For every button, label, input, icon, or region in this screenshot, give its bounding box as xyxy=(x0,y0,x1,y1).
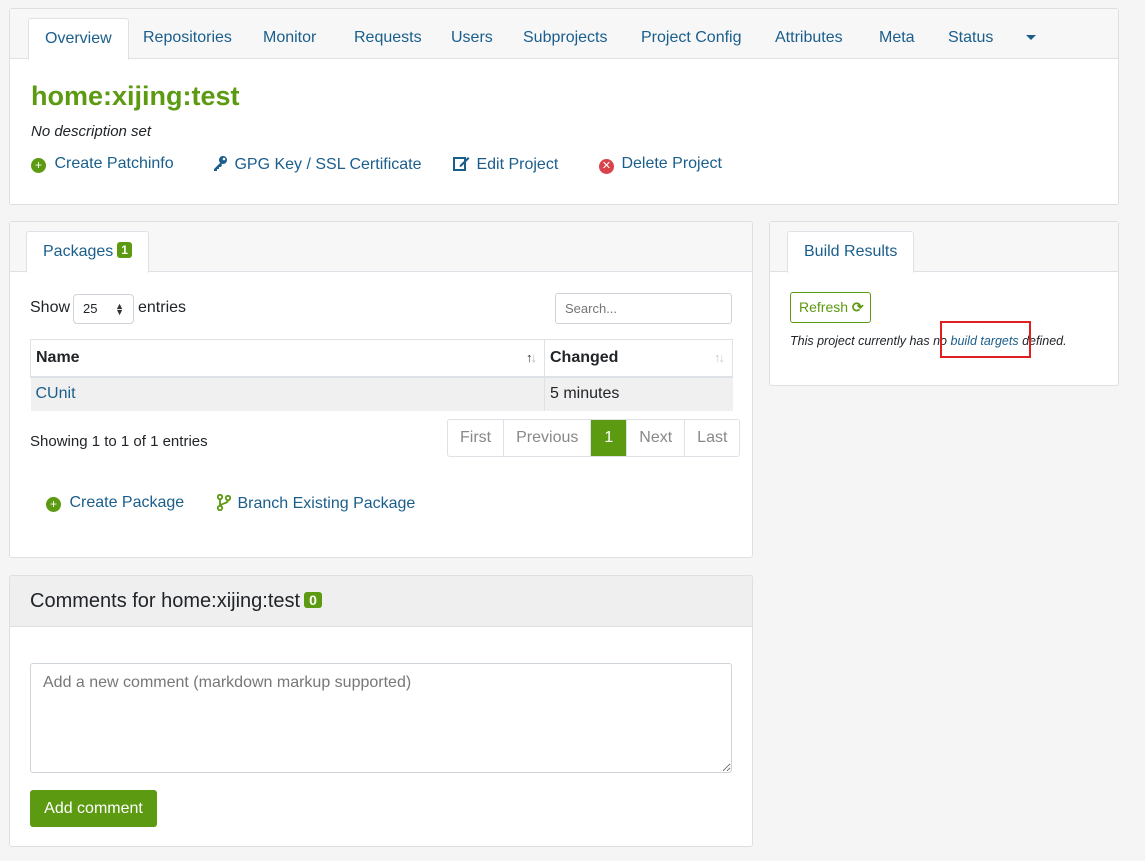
tab-repositories[interactable]: Repositories xyxy=(127,18,248,60)
pager-previous[interactable]: Previous xyxy=(503,420,590,456)
table-info: Showing 1 to 1 of 1 entries xyxy=(30,433,208,450)
plus-circle-icon: + xyxy=(31,158,46,173)
plus-circle-icon: + xyxy=(46,497,61,512)
gpg-key-link[interactable]: GPG Key / SSL Certificate xyxy=(212,155,421,174)
entries-label: entries xyxy=(138,299,187,316)
packages-table: Name ↑↓ Changed ↑↓ CUnit 5 minutes xyxy=(30,339,733,411)
pager-next[interactable]: Next xyxy=(626,420,684,456)
project-description: No description set xyxy=(31,123,152,140)
edit-project-link[interactable]: Edit Project xyxy=(453,155,558,174)
pager-current[interactable]: 1 xyxy=(590,420,627,456)
highlight-box xyxy=(940,321,1031,358)
comment-textarea[interactable] xyxy=(30,663,732,773)
refresh-icon: ⟳ xyxy=(851,299,864,315)
select-arrows-icon: ▲ ▼ xyxy=(115,301,124,317)
column-header-changed[interactable]: Changed ↑↓ xyxy=(544,339,733,378)
tab-build-results[interactable]: Build Results xyxy=(787,231,915,273)
build-results-card: Build Results Refresh ⟳ This project cur… xyxy=(769,221,1119,386)
branch-package-link[interactable]: Branch Existing Package xyxy=(216,493,415,513)
key-icon xyxy=(214,156,227,171)
sort-icon: ↑↓ xyxy=(714,350,725,365)
add-comment-button[interactable]: Add comment xyxy=(30,790,157,827)
delete-project-link[interactable]: ✕ Delete Project xyxy=(599,155,722,174)
build-results-tabbar: Build Results xyxy=(770,222,1118,273)
comments-header: Comments for home:xijing:test 0 xyxy=(10,576,752,627)
package-changed: 5 minutes xyxy=(544,376,733,411)
table-row: CUnit 5 minutes xyxy=(30,376,733,411)
tab-packages[interactable]: Packages 1 xyxy=(26,231,149,273)
comments-count-badge: 0 xyxy=(304,592,322,608)
packages-tabbar: Packages 1 xyxy=(10,222,752,273)
tab-monitor[interactable]: Monitor xyxy=(247,18,332,60)
tab-meta[interactable]: Meta xyxy=(863,18,931,60)
branch-icon xyxy=(216,493,232,512)
delete-circle-icon: ✕ xyxy=(599,159,614,174)
entries-per-page-select[interactable]: 25 ▲ ▼ xyxy=(73,294,134,324)
edit-icon xyxy=(453,157,470,171)
tab-project-config[interactable]: Project Config xyxy=(625,18,758,60)
sort-icon: ↑↓ xyxy=(526,350,537,365)
tab-overview[interactable]: Overview xyxy=(28,18,129,60)
create-patchinfo-link[interactable]: + Create Patchinfo xyxy=(31,155,174,173)
packages-count-badge: 1 xyxy=(117,242,132,258)
pagination: First Previous 1 Next Last xyxy=(447,419,741,457)
packages-card: Packages1 Show 25 ▲▼ entries Name ↑↓ Cha… xyxy=(9,221,753,558)
page-title: home:xijing:test xyxy=(31,81,240,111)
packages-search-input[interactable] xyxy=(555,293,732,324)
create-package-link[interactable]: + Create Package xyxy=(46,494,184,512)
tab-requests[interactable]: Requests xyxy=(338,18,438,60)
comments-card: Comments for home:xijing:test0 Add comme… xyxy=(9,575,753,847)
project-header-card: Overview Repositories Monitor Requests U… xyxy=(9,8,1119,205)
more-tabs-dropdown-icon[interactable] xyxy=(1026,35,1036,40)
pager-first[interactable]: First xyxy=(448,420,503,456)
show-label: Show xyxy=(30,299,71,316)
tab-subprojects[interactable]: Subprojects xyxy=(507,18,624,60)
project-tabbar: Overview Repositories Monitor Requests U… xyxy=(10,9,1118,60)
package-link[interactable]: CUnit xyxy=(36,385,76,402)
column-header-name[interactable]: Name ↑↓ xyxy=(30,339,545,378)
tab-users[interactable]: Users xyxy=(435,18,509,60)
comments-title: Comments for home:xijing:test 0 xyxy=(30,590,322,613)
pager-last[interactable]: Last xyxy=(684,420,739,456)
tab-attributes[interactable]: Attributes xyxy=(759,18,859,60)
tab-status[interactable]: Status xyxy=(932,18,1009,60)
refresh-button[interactable]: Refresh ⟳ xyxy=(790,292,871,323)
